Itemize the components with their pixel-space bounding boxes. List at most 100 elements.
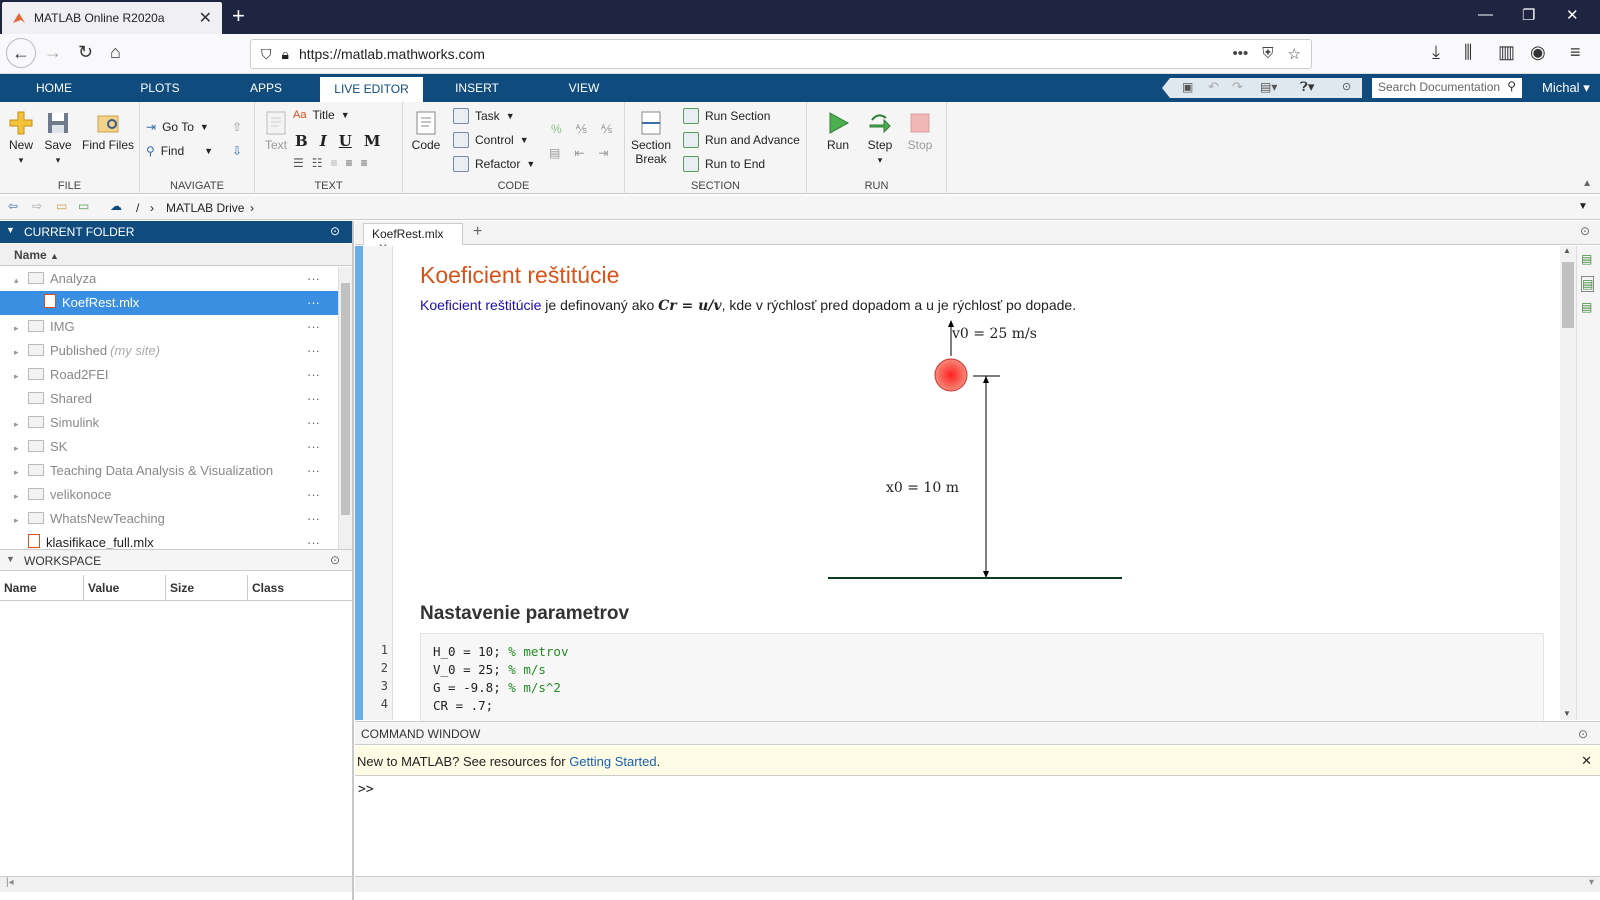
ws-col-class[interactable]: Class <box>248 575 352 600</box>
redo-icon[interactable]: ↷ <box>1232 79 1243 95</box>
path-root[interactable]: / <box>136 201 139 215</box>
menu-icon[interactable]: ≡ <box>1570 42 1581 63</box>
step-button[interactable]: Step ▾ <box>863 110 897 166</box>
expand-icon[interactable]: ▴ <box>14 268 22 292</box>
bookmark-star-icon[interactable]: ☆ <box>1288 45 1301 63</box>
up-folder-icon[interactable]: ▭ <box>56 199 67 213</box>
file-actions-icon[interactable]: ··· <box>307 507 320 531</box>
more-icon[interactable]: ••• <box>1233 45 1249 63</box>
url-bar[interactable]: ⛉ 🔒︎ https://matlab.mathworks.com ••• ⛨ … <box>250 39 1312 69</box>
expand-icon[interactable]: ▸ <box>14 364 22 388</box>
monospace-button[interactable]: M <box>364 132 381 150</box>
download-icon[interactable]: ⤓ <box>1432 42 1440 63</box>
go-to-button[interactable]: ⇥ Go To ▼ <box>146 120 209 134</box>
code-line[interactable]: CR = .7; <box>433 697 1531 715</box>
tab-home[interactable]: HOME <box>20 74 88 102</box>
file-actions-icon[interactable]: ··· <box>307 435 320 459</box>
run-section-button[interactable]: Run Section <box>683 108 770 124</box>
path-matlab-drive[interactable]: MATLAB Drive <box>166 201 244 215</box>
back-icon[interactable]: ← <box>6 38 36 68</box>
wrap-comment-icon[interactable]: ⅍ <box>601 122 612 136</box>
tab-plots[interactable]: PLOTS <box>125 74 195 102</box>
find-button[interactable]: ⚲ Find ▼ <box>146 144 213 158</box>
editor-tab-koefrest[interactable]: KoefRest.mlx ✕ <box>363 223 463 255</box>
expand-icon[interactable]: ▸ <box>14 412 22 436</box>
sidebar-icon[interactable]: ▥ <box>1498 42 1515 63</box>
tab-insert[interactable]: INSERT <box>437 74 517 102</box>
file-row[interactable]: KoefRest.mlx ··· <box>0 291 338 315</box>
smart-indent-icon[interactable]: ▤ <box>549 146 560 160</box>
file-actions-icon[interactable]: ··· <box>307 267 320 291</box>
file-actions-icon[interactable]: ··· <box>307 459 320 483</box>
forward-folder-icon[interactable]: ⇨ <box>32 199 42 213</box>
bold-button[interactable]: B <box>295 132 308 150</box>
expand-icon[interactable]: ▸ <box>14 316 22 340</box>
file-actions-icon[interactable]: ··· <box>307 315 320 339</box>
collapse-panel-icon[interactable]: ▼ <box>6 554 15 564</box>
save-button[interactable]: Save ▾ <box>42 110 74 166</box>
library-icon[interactable]: ⫼ <box>1464 42 1472 63</box>
pocket-icon[interactable]: ⛨ <box>1262 45 1273 63</box>
output-right-icon[interactable]: ▤ <box>1581 252 1592 266</box>
run-to-end-button[interactable]: Run to End <box>683 156 765 172</box>
underline-button[interactable]: U <box>339 132 352 150</box>
run-and-advance-button[interactable]: Run and Advance <box>683 132 800 148</box>
shield-icon[interactable]: ⛉ <box>261 46 272 63</box>
file-row[interactable]: ▸ SK ··· <box>0 435 338 459</box>
align-left-icon[interactable]: ≡ <box>331 156 338 170</box>
run-button[interactable]: Run <box>821 110 855 152</box>
file-actions-icon[interactable]: ··· <box>307 291 320 315</box>
search-documentation-input[interactable]: Search Documentation ⚲ <box>1372 78 1522 98</box>
file-row[interactable]: ▸ Published (my site) ··· <box>0 339 338 363</box>
decrease-indent-icon[interactable]: ⇤ <box>574 146 584 160</box>
file-row[interactable]: ▸ velikonoce ··· <box>0 483 338 507</box>
collapse-ribbon-icon[interactable]: ▲ <box>1582 178 1592 189</box>
back-folder-icon[interactable]: ⇦ <box>8 199 18 213</box>
file-row[interactable]: ▴ Analyza ··· <box>0 267 338 291</box>
align-right-icon[interactable]: ≡ <box>361 156 368 170</box>
collapse-panel-icon[interactable]: ▼ <box>6 225 15 235</box>
restore-icon[interactable]: ❐ <box>1522 6 1535 24</box>
ws-col-value[interactable]: Value <box>84 575 166 600</box>
cw-bottom-scrollbar[interactable]: ▾ <box>355 876 1600 892</box>
new-editor-tab-icon[interactable]: + <box>473 223 482 241</box>
left-horizontal-scrollbar[interactable]: |◂ <box>0 876 352 892</box>
expand-icon[interactable]: ▸ <box>14 460 22 484</box>
code-line[interactable]: V_0 = 25; % m/s <box>433 661 1531 679</box>
save-icon[interactable]: ▣ <box>1182 80 1193 94</box>
expand-icon[interactable]: ▸ <box>14 340 22 364</box>
editor-scrollbar[interactable]: ▲ ▼ <box>1560 246 1576 720</box>
ws-col-size[interactable]: Size <box>166 575 248 600</box>
new-tab-icon[interactable]: + <box>232 4 245 28</box>
folder-column-header[interactable]: Name ▲ <box>0 244 352 266</box>
panel-options-icon[interactable]: ⊙ <box>330 224 340 238</box>
code-block[interactable]: H_0 = 10; % metrov V_0 = 25; % m/s G = -9.… <box>420 633 1544 723</box>
file-actions-icon[interactable]: ··· <box>307 531 320 549</box>
align-center-icon[interactable]: ≡ <box>346 156 353 170</box>
user-menu[interactable]: Michal ▾ <box>1542 80 1590 96</box>
file-row[interactable]: ▸ WhatsNewTeaching ··· <box>0 507 338 531</box>
panel-options-icon[interactable]: ⊙ <box>330 553 340 567</box>
definition-link[interactable]: Koeficient reštitúcie <box>420 297 541 313</box>
find-files-button[interactable]: Find Files <box>80 110 136 152</box>
help-icon[interactable]: ❓︎▾ <box>1300 79 1314 95</box>
cw-options-icon[interactable]: ⊙ <box>1578 727 1588 741</box>
close-banner-icon[interactable]: ✕ <box>1581 753 1592 769</box>
file-actions-icon[interactable]: ··· <box>307 483 320 507</box>
output-inline-icon[interactable]: ▤ <box>1581 276 1595 292</box>
getting-started-link[interactable]: Getting Started <box>569 754 656 769</box>
file-actions-icon[interactable]: ··· <box>307 363 320 387</box>
numbered-list-icon[interactable]: ☷ <box>312 156 323 170</box>
expand-icon[interactable]: ▸ <box>14 508 22 532</box>
code-line[interactable]: G = -9.8; % m/s^2 <box>433 679 1531 697</box>
file-row[interactable]: ▸ Simulink ··· <box>0 411 338 435</box>
options-icon[interactable]: ⊙ <box>1342 80 1351 93</box>
stop-button[interactable]: Stop <box>903 110 937 152</box>
file-actions-icon[interactable]: ··· <box>307 387 320 411</box>
panel-splitter[interactable] <box>352 221 354 900</box>
layout-icon[interactable]: ▤▾ <box>1260 80 1277 94</box>
path-dropdown-icon[interactable]: ▼ <box>1578 201 1588 212</box>
nav-down-icon[interactable]: ⇩ <box>232 144 242 158</box>
file-row[interactable]: Shared ··· <box>0 387 338 411</box>
nav-up-icon[interactable]: ⇧ <box>232 120 242 134</box>
